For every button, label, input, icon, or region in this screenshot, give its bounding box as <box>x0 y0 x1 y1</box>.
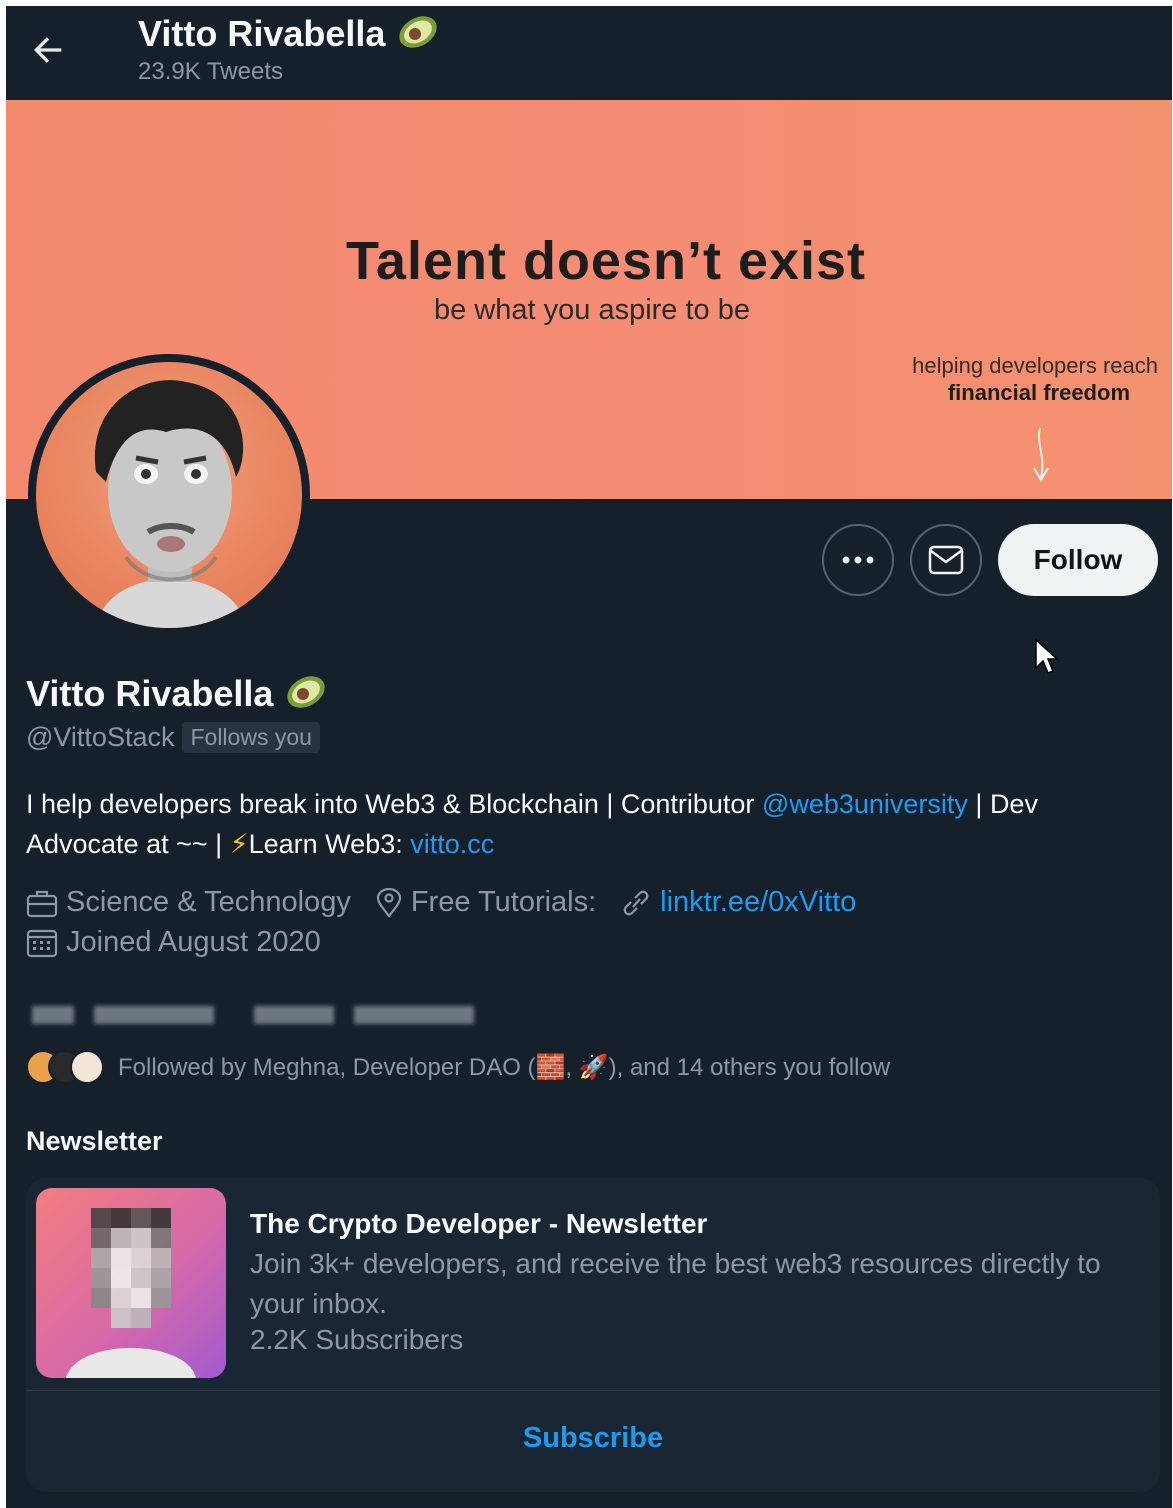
top-bar: Vitto Rivabella 23.9K Tweets <box>6 6 1172 100</box>
website-link[interactable]: linktr.ee/0xVitto <box>660 886 856 919</box>
joined-item: Joined August 2020 <box>26 926 321 959</box>
location-item: Free Tutorials: <box>375 886 596 919</box>
location-pin-icon <box>376 887 401 918</box>
profile-handle: @VittoStack <box>26 722 175 752</box>
card-divider <box>26 1390 1160 1391</box>
banner-title: Talent doesn’t exist <box>345 231 867 291</box>
message-button[interactable] <box>910 524 982 596</box>
category-text: Science & Technology <box>66 886 351 918</box>
more-dots-icon <box>842 556 874 564</box>
banner-tagline: helping developers reach financial freed… <box>912 352 1158 406</box>
follower-avatars <box>26 1050 104 1084</box>
follows-you-badge: Follows you <box>182 722 320 753</box>
follow-button[interactable]: Follow <box>998 524 1158 596</box>
arrow-down-icon <box>1026 426 1056 489</box>
newsletter-title: The Crypto Developer - Newsletter <box>250 1208 708 1239</box>
bio-text-1: I help developers break into Web3 & Bloc… <box>26 789 762 819</box>
banner-tagline-line1: helping developers reach <box>912 353 1158 378</box>
profile-meta: Science & Technology Free Tutorials: lin… <box>26 886 880 919</box>
followers-label-redacted[interactable] <box>354 1006 474 1024</box>
followed-by-text: Followed by Meghna, Developer DAO (🧱, 🚀)… <box>118 1053 891 1081</box>
avatar-photo <box>36 362 302 628</box>
following-count-redacted[interactable] <box>32 1006 74 1024</box>
header-name: Vitto Rivabella <box>138 12 441 61</box>
profile-name-text: Vitto Rivabella <box>26 673 274 715</box>
profile-bio: I help developers break into Web3 & Bloc… <box>26 784 1156 864</box>
newsletter-heading: Newsletter <box>26 1126 163 1156</box>
location-text: Free Tutorials: <box>410 886 597 918</box>
following-label-redacted[interactable] <box>94 1006 214 1024</box>
newsletter-description: Join 3k+ developers, and receive the bes… <box>250 1248 1101 1319</box>
avocado-icon <box>283 672 329 721</box>
avocado-icon <box>395 12 441 61</box>
more-button[interactable] <box>822 524 894 596</box>
subscribe-button[interactable]: Subscribe <box>26 1422 1160 1455</box>
joined-row: Joined August 2020 <box>26 926 345 959</box>
header-name-text: Vitto Rivabella <box>138 13 386 55</box>
followers-count-redacted[interactable] <box>254 1006 334 1024</box>
bio-website-link[interactable]: vitto.cc <box>410 829 494 859</box>
banner-tagline-line2: financial freedom <box>947 380 1130 405</box>
lightning-icon: ⚡ <box>229 829 249 859</box>
tweet-count: 23.9K Tweets <box>138 58 283 85</box>
bio-mention-link[interactable]: @web3university <box>762 789 968 819</box>
briefcase-icon <box>26 890 58 917</box>
profile-name: Vitto Rivabella <box>26 672 329 721</box>
category-item: Science & Technology <box>26 886 351 919</box>
newsletter-image <box>36 1188 226 1378</box>
banner-subtitle: be what you aspire to be <box>434 294 750 326</box>
avatar[interactable] <box>28 354 310 636</box>
calendar-icon <box>26 929 58 957</box>
followed-by-row[interactable]: Followed by Meghna, Developer DAO (🧱, 🚀)… <box>26 1050 890 1084</box>
mouse-cursor-icon <box>1034 638 1060 681</box>
back-arrow-icon[interactable] <box>28 30 68 70</box>
newsletter-subscribers: 2.2K Subscribers <box>250 1324 464 1355</box>
profile-page: Vitto Rivabella 23.9K Tweets Talent does… <box>6 6 1172 1508</box>
envelope-icon <box>928 545 964 575</box>
follower-avatar <box>70 1050 104 1084</box>
bio-text-3: Learn Web3: <box>248 829 411 859</box>
link-icon <box>623 890 649 915</box>
joined-text: Joined August 2020 <box>66 926 321 958</box>
profile-handle-row: @VittoStack Follows you <box>26 722 320 753</box>
website-item[interactable]: linktr.ee/0xVitto <box>620 886 856 919</box>
newsletter-card[interactable]: The Crypto Developer - Newsletter Join 3… <box>26 1178 1160 1492</box>
